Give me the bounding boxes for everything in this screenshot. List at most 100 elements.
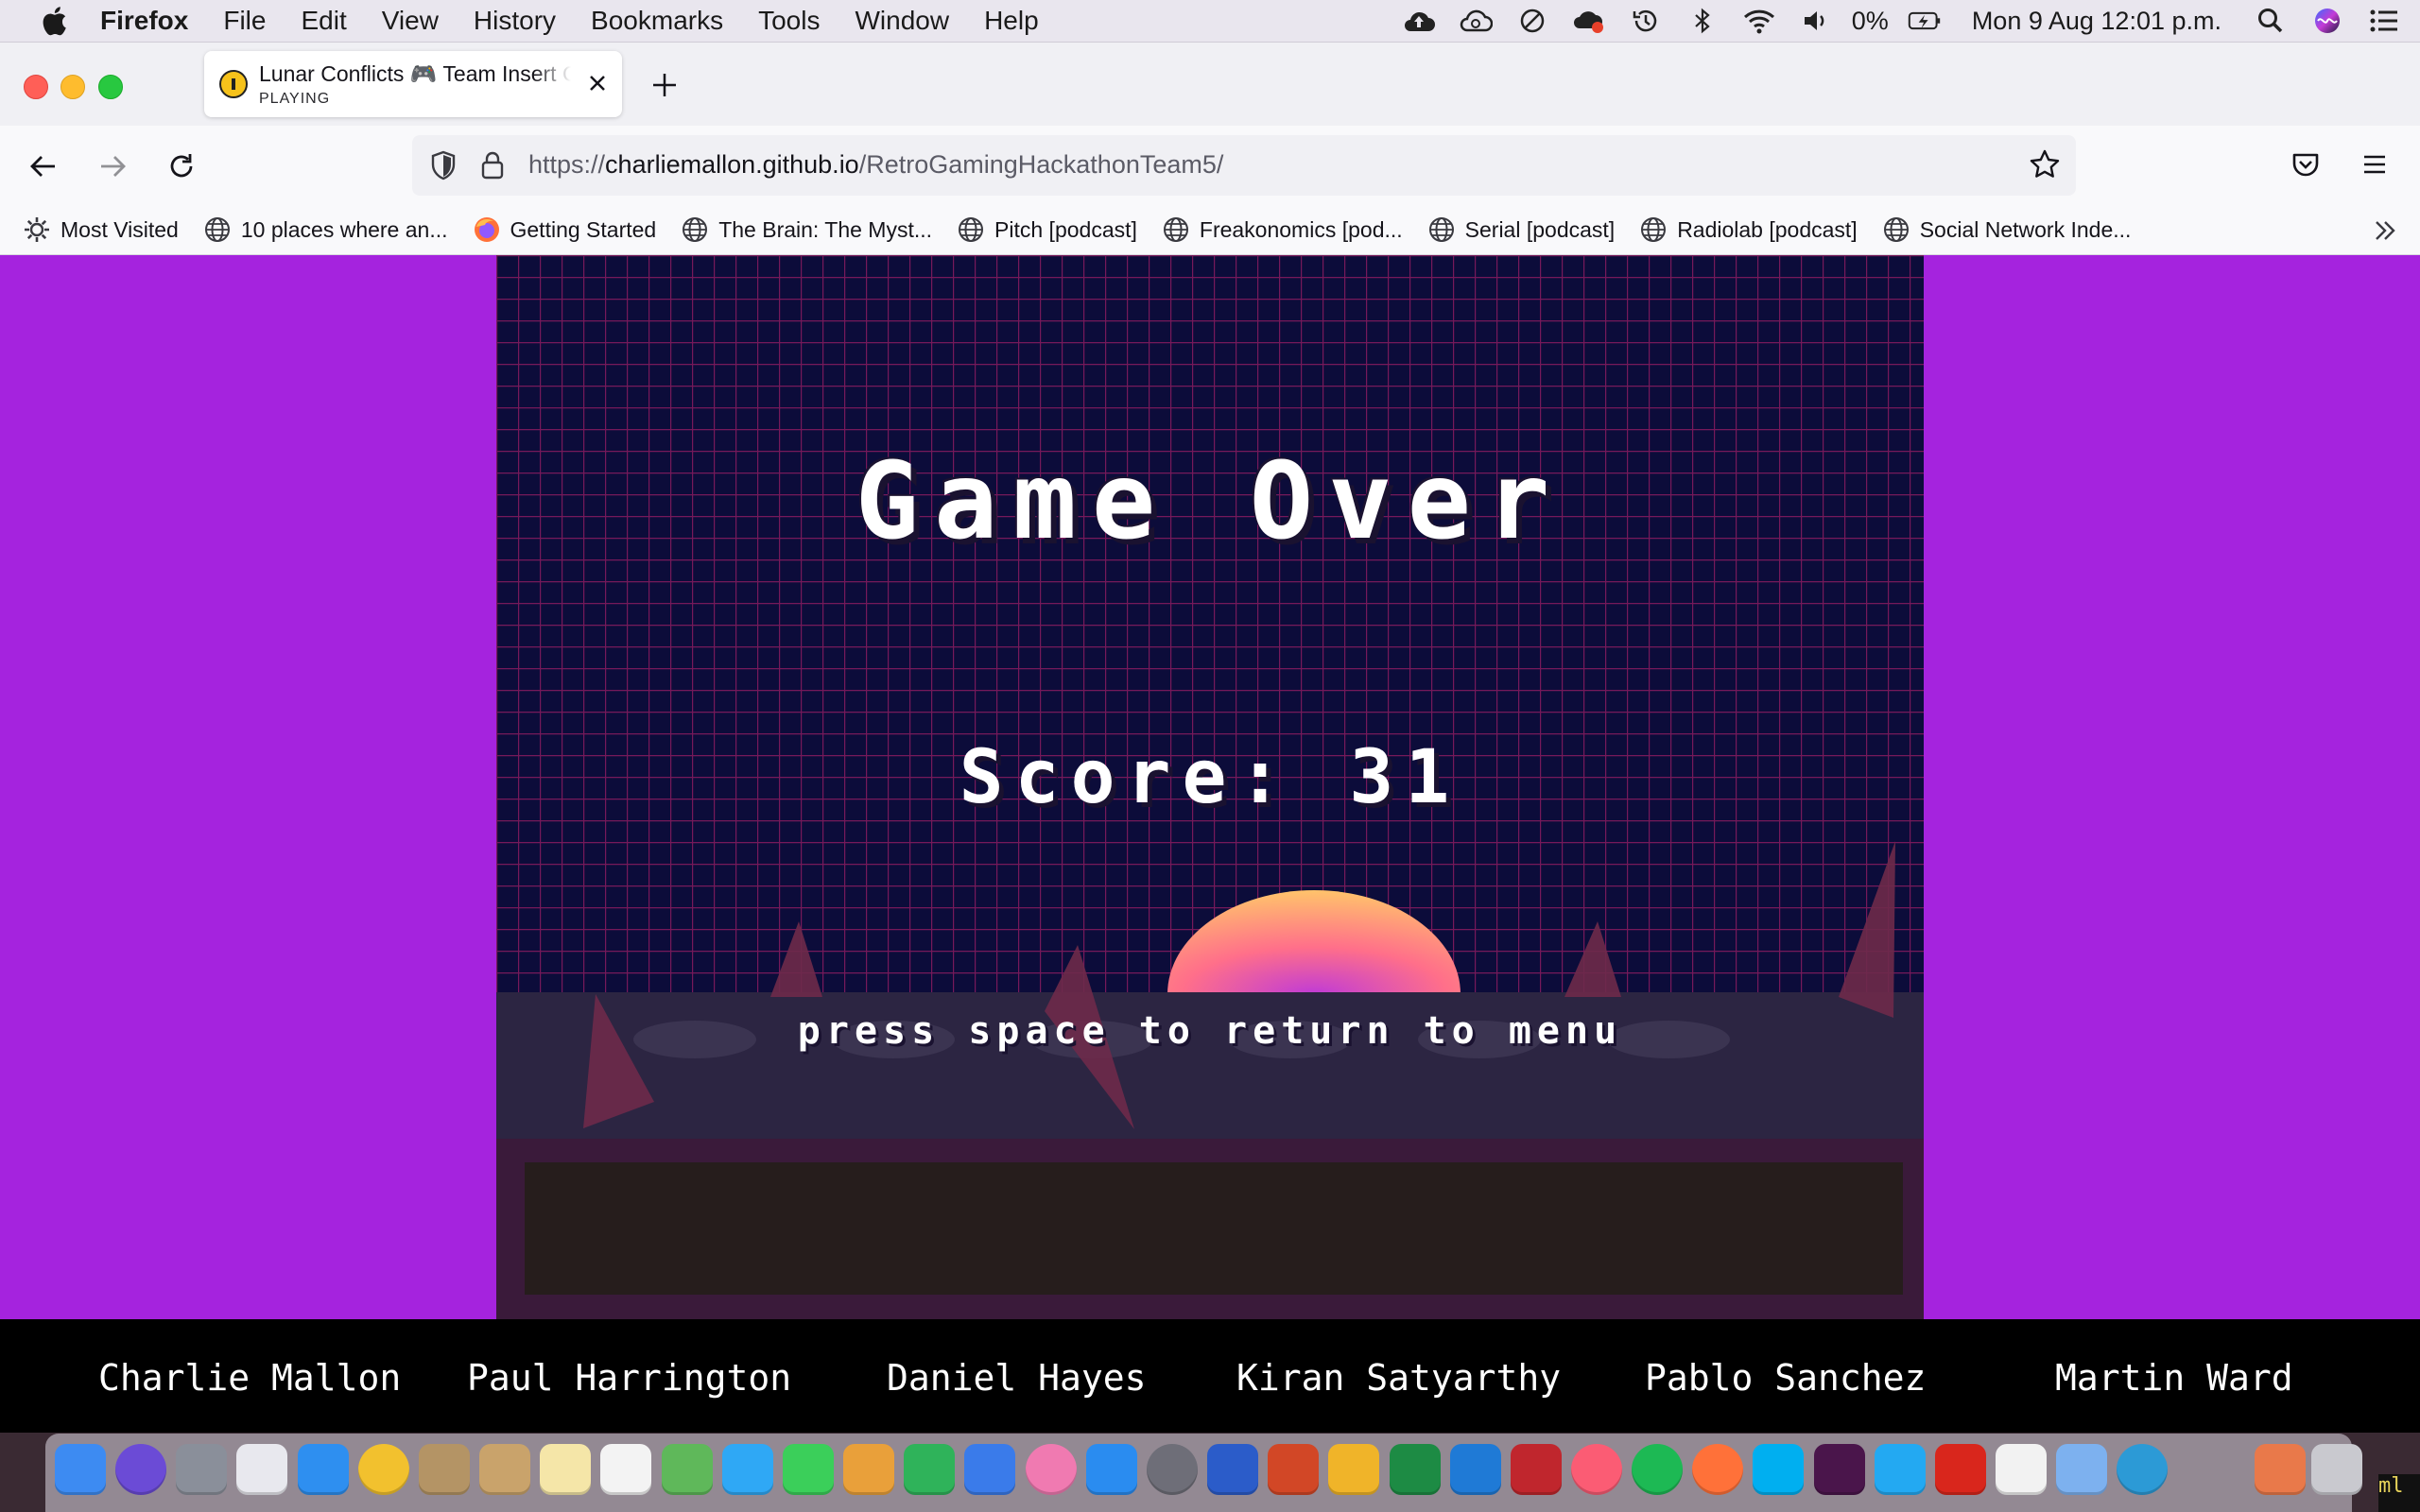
dock-app-grid-icon[interactable]: [236, 1444, 288, 1495]
dock-spotify-icon[interactable]: [1632, 1444, 1684, 1495]
menu-window[interactable]: Window: [855, 6, 949, 36]
menu-file[interactable]: File: [223, 6, 266, 36]
bookmarks-overflow-chevron-icon[interactable]: [2371, 216, 2399, 245]
dock-firefox-icon[interactable]: [1692, 1444, 1744, 1495]
dock-maps-icon[interactable]: [661, 1444, 713, 1495]
bookmark-serial-podcast[interactable]: Serial [podcast]: [1427, 215, 1615, 244]
dock-music-icon[interactable]: [1571, 1444, 1622, 1495]
dock-vscode-icon[interactable]: [1874, 1444, 1926, 1495]
bluetooth-icon[interactable]: [1685, 7, 1720, 35]
wifi-icon[interactable]: [1742, 7, 1776, 35]
bookmark-10-places[interactable]: 10 places where an...: [203, 215, 448, 244]
dock-notes-brown-icon[interactable]: [479, 1444, 531, 1495]
battery-charging-icon[interactable]: [1908, 7, 1942, 35]
do-not-disturb-icon[interactable]: [1515, 7, 1549, 35]
tab-lunar-conflicts[interactable]: Lunar Conflicts 🎮 Team Insert C PLAYING: [204, 51, 622, 117]
globe-icon: [1883, 217, 1909, 242]
dock-word-icon[interactable]: [1207, 1444, 1259, 1495]
url-host: charliemallon.github.io: [605, 150, 859, 179]
dock-facetime-icon[interactable]: [782, 1444, 834, 1495]
dock-photos-icon[interactable]: [1025, 1444, 1077, 1495]
dock-textedit-icon[interactable]: [1996, 1444, 2048, 1495]
menu-view[interactable]: View: [382, 6, 439, 36]
tracking-protection-shield-icon[interactable]: [429, 150, 458, 180]
window-minimize-button[interactable]: [60, 75, 85, 99]
apple-logo-icon[interactable]: [40, 6, 68, 36]
spotlight-search-icon[interactable]: [2254, 7, 2288, 35]
bookmark-label: Radiolab [podcast]: [1677, 216, 1858, 242]
final-score: Score: 31: [959, 735, 1461, 820]
padlock-icon[interactable]: [480, 150, 505, 180]
dock-numbers-icon[interactable]: [904, 1444, 956, 1495]
reload-icon[interactable]: [166, 151, 197, 181]
dock-app-store-icon[interactable]: [1085, 1444, 1137, 1495]
dock-messages-icon[interactable]: [721, 1444, 773, 1495]
bookmark-pitch-podcast[interactable]: Pitch [podcast]: [957, 215, 1137, 244]
menu-tools[interactable]: Tools: [758, 6, 820, 36]
menu-bookmarks[interactable]: Bookmarks: [591, 6, 723, 36]
window-zoom-button[interactable]: [98, 75, 123, 99]
dock-system-preferences-icon[interactable]: [1146, 1444, 1198, 1495]
dock-notes-icon[interactable]: [540, 1444, 592, 1495]
address-bar[interactable]: https://charliemallon.github.io/RetroGam…: [412, 135, 2076, 196]
back-arrow-icon[interactable]: [28, 151, 59, 181]
dock-keynote-icon[interactable]: [964, 1444, 1016, 1495]
bookmark-star-icon[interactable]: [2029, 148, 2061, 180]
battery-percent[interactable]: 0%: [1852, 7, 1889, 36]
dock-slack-icon[interactable]: [1813, 1444, 1865, 1495]
control-center-icon[interactable]: [2367, 7, 2401, 35]
volume-icon[interactable]: [1799, 7, 1833, 35]
dialogue-panel: [525, 1162, 1903, 1295]
siri-icon[interactable]: [2310, 7, 2344, 35]
window-close-button[interactable]: [24, 75, 48, 99]
dock-filezilla-icon[interactable]: [1510, 1444, 1562, 1495]
tab-audio-status[interactable]: PLAYING: [259, 91, 330, 108]
bookmark-label: 10 places where an...: [240, 216, 448, 242]
forward-arrow-icon[interactable]: [97, 151, 128, 181]
dock-launchpad-icon[interactable]: [176, 1444, 228, 1495]
dock-safari-icon[interactable]: [297, 1444, 349, 1495]
creative-cloud-icon[interactable]: [1459, 7, 1493, 35]
bookmark-radiolab-podcast[interactable]: Radiolab [podcast]: [1639, 215, 1858, 244]
tab-close-icon[interactable]: [586, 72, 609, 94]
dock-preview-icon[interactable]: [418, 1444, 470, 1495]
globe-icon: [1641, 217, 1667, 242]
dock-keynote-stack-icon[interactable]: [843, 1444, 895, 1495]
credit-name: Charlie Mallon: [98, 1357, 402, 1399]
dock-c-app-icon[interactable]: [1449, 1444, 1501, 1495]
dock-preview-2-icon[interactable]: [2056, 1444, 2108, 1495]
bookmark-label: The Brain: The Myst...: [718, 216, 933, 242]
menu-app-name[interactable]: Firefox: [100, 6, 188, 36]
dock-powerpoint-icon[interactable]: [1268, 1444, 1320, 1495]
pocket-icon[interactable]: [2290, 149, 2321, 180]
dock-trash-icon[interactable]: [2311, 1444, 2362, 1495]
dock-siri-icon[interactable]: [115, 1444, 167, 1495]
url-text[interactable]: https://charliemallon.github.io/RetroGam…: [528, 150, 1223, 180]
new-tab-plus-icon[interactable]: [650, 71, 679, 99]
dock-outlook-o-icon[interactable]: [1328, 1444, 1380, 1495]
menu-bar-clock[interactable]: Mon 9 Aug 12:01 p.m.: [1972, 7, 2221, 36]
cloud-upload-icon[interactable]: [1402, 7, 1436, 35]
bookmark-most-visited[interactable]: Most Visited: [23, 215, 179, 244]
dock-chrome-icon[interactable]: [357, 1444, 409, 1495]
firefox-icon: [474, 217, 499, 242]
menu-history[interactable]: History: [474, 6, 556, 36]
time-machine-icon[interactable]: [1629, 7, 1663, 35]
credit-name: Daniel Hayes: [887, 1357, 1147, 1399]
hamburger-menu-icon[interactable]: [2360, 149, 2390, 180]
creative-cloud-alert-icon[interactable]: [1572, 7, 1606, 35]
bookmark-social-network[interactable]: Social Network Inde...: [1882, 215, 2131, 244]
dock-book-app-icon[interactable]: [2255, 1444, 2306, 1495]
bookmark-getting-started[interactable]: Getting Started: [473, 215, 656, 244]
dock-excel-icon[interactable]: [1389, 1444, 1441, 1495]
dock-skype-icon[interactable]: [1753, 1444, 1805, 1495]
bookmark-freakonomics[interactable]: Freakonomics [pod...: [1162, 215, 1403, 244]
dock-finder-icon[interactable]: [55, 1444, 106, 1495]
menu-edit[interactable]: Edit: [301, 6, 346, 36]
dock-reminders-icon[interactable]: [600, 1444, 652, 1495]
dock-acrobat-icon[interactable]: [1934, 1444, 1986, 1495]
game-canvas[interactable]: Game Over Score: 31 press space to retur…: [496, 255, 1924, 1319]
menu-help[interactable]: Help: [984, 6, 1039, 36]
bookmark-the-brain[interactable]: The Brain: The Myst...: [681, 215, 932, 244]
bookmarks-toolbar: Most Visited 10 places where an... Getti…: [0, 205, 2420, 255]
